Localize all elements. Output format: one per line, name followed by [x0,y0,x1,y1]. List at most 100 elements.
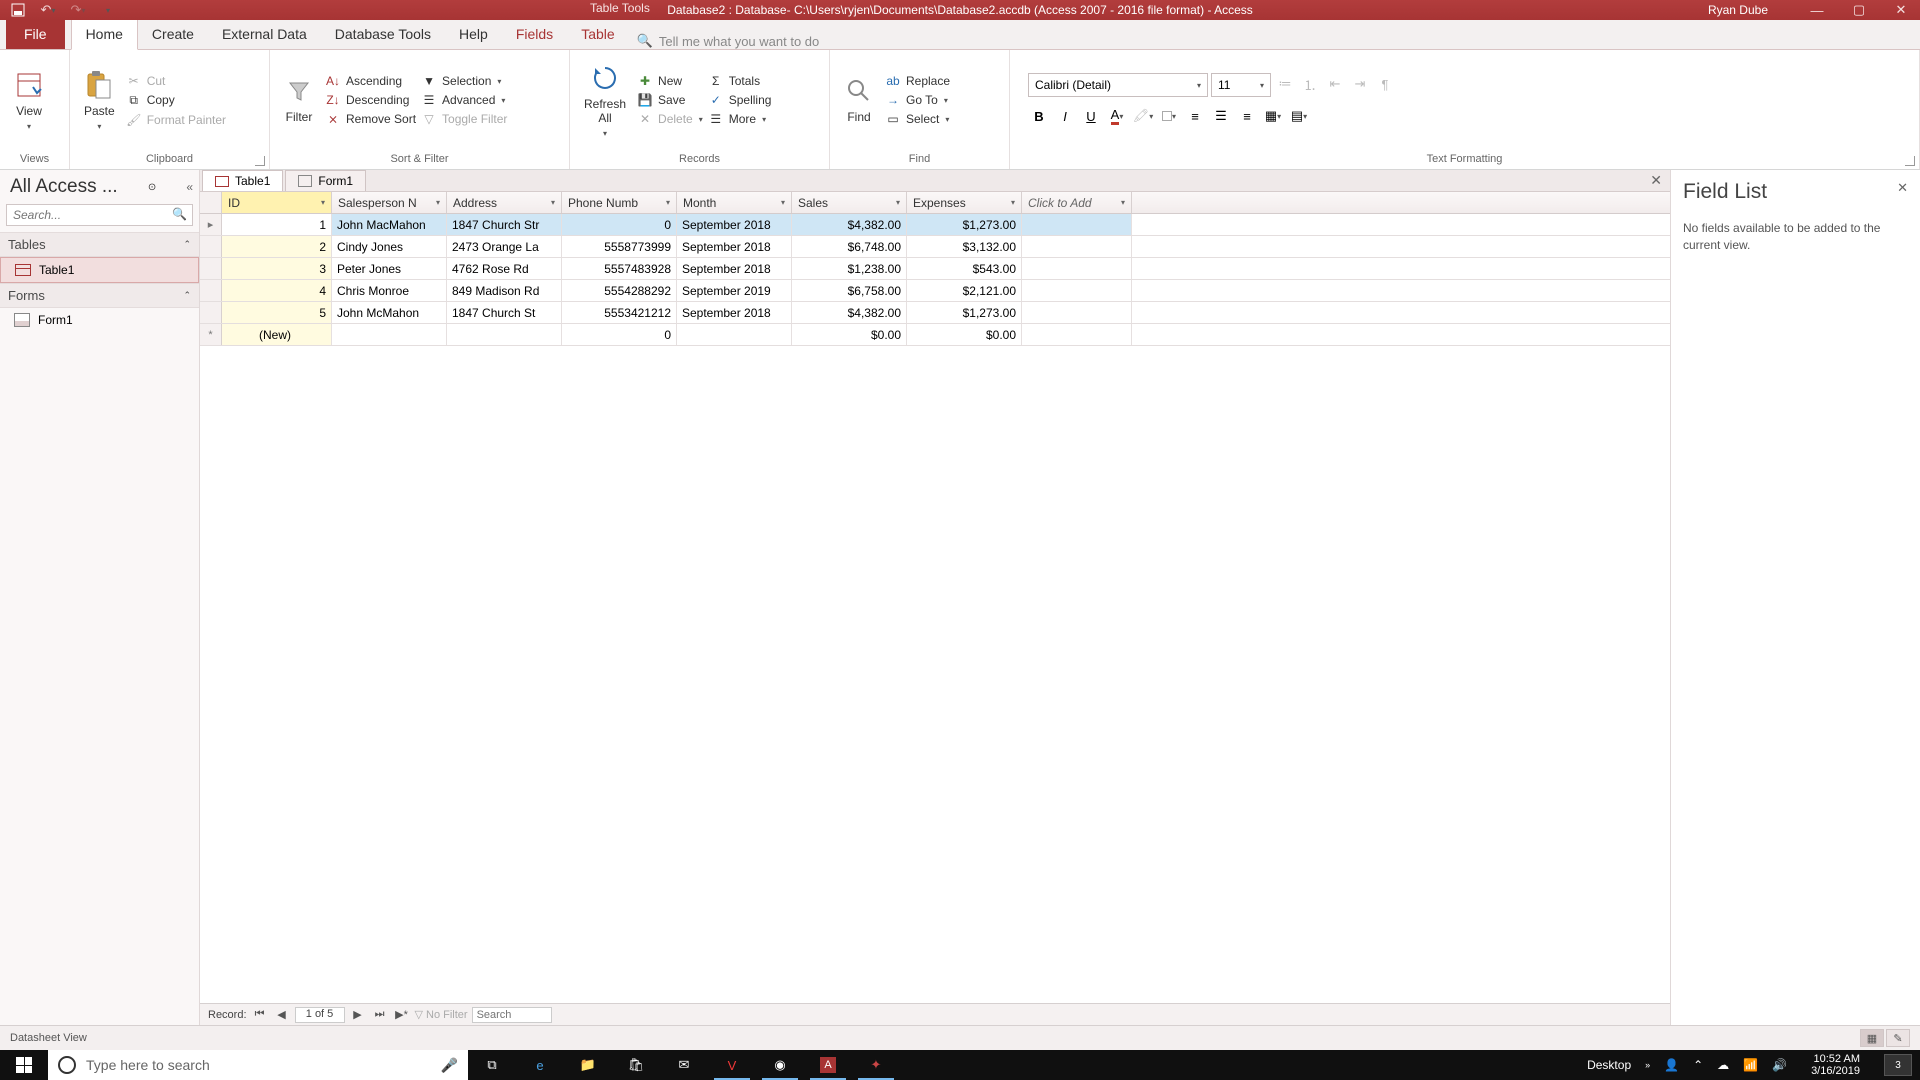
cell-salesperson[interactable] [332,324,447,345]
cell-phone[interactable]: 5554288292 [562,280,677,301]
bullets-button[interactable]: ≔ [1274,73,1296,95]
cell-id[interactable]: 1 [222,214,332,235]
nav-collapse-icon[interactable]: « [186,180,193,194]
cell-id[interactable]: (New) [222,324,332,345]
tray-overflow-icon[interactable]: » [1645,1060,1650,1070]
cell-month[interactable]: September 2018 [677,258,792,279]
cell-address[interactable]: 1847 Church St [447,302,562,323]
cell-month[interactable]: September 2019 [677,280,792,301]
italic-button[interactable]: I [1054,105,1076,127]
copy-button[interactable]: ⧉Copy [127,93,226,108]
design-view-button[interactable]: ✎ [1886,1029,1910,1047]
cell-id[interactable]: 2 [222,236,332,257]
chevron-down-icon[interactable]: ▾ [1121,198,1125,207]
align-center-button[interactable]: ☰ [1210,105,1232,127]
cell-empty[interactable] [1022,280,1132,301]
cell-id[interactable]: 3 [222,258,332,279]
totals-button[interactable]: ΣTotals [709,74,772,88]
format-painter-button[interactable]: 🖌Format Painter [127,113,226,127]
column-header-sales[interactable]: Sales▾ [792,192,907,213]
file-explorer-button[interactable]: 📁 [564,1050,612,1080]
cell-expenses[interactable]: $1,273.00 [907,302,1022,323]
cell-salesperson[interactable]: Peter Jones [332,258,447,279]
table-row[interactable]: 3Peter Jones4762 Rose Rd5557483928Septem… [200,258,1670,280]
cell-address[interactable]: 4762 Rose Rd [447,258,562,279]
tray-up-icon[interactable]: ⌃ [1693,1058,1703,1072]
row-header[interactable]: ▸ [200,214,222,235]
new-record-button[interactable]: ✚New [638,74,703,88]
cell-month[interactable]: September 2018 [677,302,792,323]
column-header-phone[interactable]: Phone Numb▾ [562,192,677,213]
cell-expenses[interactable]: $3,132.00 [907,236,1022,257]
indent-button[interactable]: ⇥ [1349,73,1371,95]
notification-center-button[interactable]: 3 [1884,1054,1912,1076]
doc-close-button[interactable]: ✕ [1650,172,1662,189]
cell-phone[interactable]: 5553421212 [562,302,677,323]
cell-empty[interactable] [1022,302,1132,323]
taskbar-clock[interactable]: 10:52 AM 3/16/2019 [1801,1053,1870,1077]
cell-phone[interactable]: 0 [562,214,677,235]
underline-button[interactable]: U [1080,105,1102,127]
view-button[interactable]: View ▾ [8,68,50,133]
cell-phone[interactable]: 5557483928 [562,258,677,279]
nav-first-button[interactable]: ⏮ [251,1008,269,1021]
dialog-launcher-icon[interactable] [1905,156,1915,166]
filter-button[interactable]: Filter [278,74,320,126]
select-all-cell[interactable] [200,192,222,213]
row-header[interactable] [200,302,222,323]
spelling-button[interactable]: ✓Spelling [709,93,772,107]
tab-create[interactable]: Create [138,20,208,49]
advanced-button[interactable]: ☰Advanced ▾ [422,93,507,107]
table-row[interactable]: 4Chris Monroe849 Madison Rd5554288292Sep… [200,280,1670,302]
toggle-filter-button[interactable]: ▽Toggle Filter [422,112,507,126]
search-icon[interactable]: 🔍 [172,207,187,221]
save-record-button[interactable]: 💾Save [638,93,703,107]
record-position[interactable]: 1 of 5 [295,1007,345,1023]
chevron-down-icon[interactable]: ▾ [781,198,785,207]
access-button[interactable]: A [804,1050,852,1080]
refresh-all-button[interactable]: Refresh All ▾ [578,61,632,140]
datasheet-view-button[interactable]: ▦ [1860,1029,1884,1047]
mic-icon[interactable]: 🎤 [441,1057,458,1074]
cell-expenses[interactable]: $0.00 [907,324,1022,345]
find-button[interactable]: Find [838,74,880,126]
cell-empty[interactable] [1022,236,1132,257]
chevron-down-icon[interactable]: ▾ [321,198,325,207]
replace-button[interactable]: abReplace [886,74,950,88]
column-header-month[interactable]: Month▾ [677,192,792,213]
cell-sales[interactable]: $1,238.00 [792,258,907,279]
cell-address[interactable]: 1847 Church Str [447,214,562,235]
bold-button[interactable]: B [1028,105,1050,127]
gridlines-button[interactable]: ▦▾ [1262,105,1284,127]
chevron-down-icon[interactable]: ▾ [1011,198,1015,207]
cut-button[interactable]: ✂Cut [127,74,226,88]
doc-tab-table1[interactable]: Table1 [202,170,283,191]
table-row[interactable]: ▸1John MacMahon1847 Church Str0September… [200,214,1670,236]
table-row[interactable]: 2Cindy Jones2473 Orange La5558773999Sept… [200,236,1670,258]
save-icon[interactable] [10,2,26,18]
nav-item-table1[interactable]: Table1 [0,257,199,283]
nav-item-form1[interactable]: Form1 [0,308,199,332]
tell-me-search[interactable]: 🔍 Tell me what you want to do [637,33,820,49]
paste-button[interactable]: Paste ▾ [78,68,121,133]
cell-address[interactable]: 2473 Orange La [447,236,562,257]
field-list-close-button[interactable]: ✕ [1897,180,1908,196]
align-left-button[interactable]: ≡ [1184,105,1206,127]
chevron-down-icon[interactable]: ▾ [551,198,555,207]
user-name[interactable]: Ryan Dube [1708,3,1768,17]
nav-header[interactable]: All Access ... ⊙ « [0,170,199,202]
cell-sales[interactable]: $4,382.00 [792,302,907,323]
tab-help[interactable]: Help [445,20,502,49]
fill-color-button[interactable]: ▾ [1158,105,1180,127]
more-button[interactable]: ☰More ▾ [709,112,772,126]
row-header[interactable] [200,280,222,301]
nav-last-button[interactable]: ⏭ [371,1008,389,1021]
nav-prev-button[interactable]: ◀ [273,1008,291,1021]
cell-address[interactable]: 849 Madison Rd [447,280,562,301]
select-button[interactable]: ▭Select ▾ [886,112,950,126]
column-header-expenses[interactable]: Expenses▾ [907,192,1022,213]
doc-tab-form1[interactable]: Form1 [285,170,366,191]
chrome-button[interactable]: ◉ [756,1050,804,1080]
cell-address[interactable] [447,324,562,345]
maximize-button[interactable]: ▢ [1846,2,1872,18]
